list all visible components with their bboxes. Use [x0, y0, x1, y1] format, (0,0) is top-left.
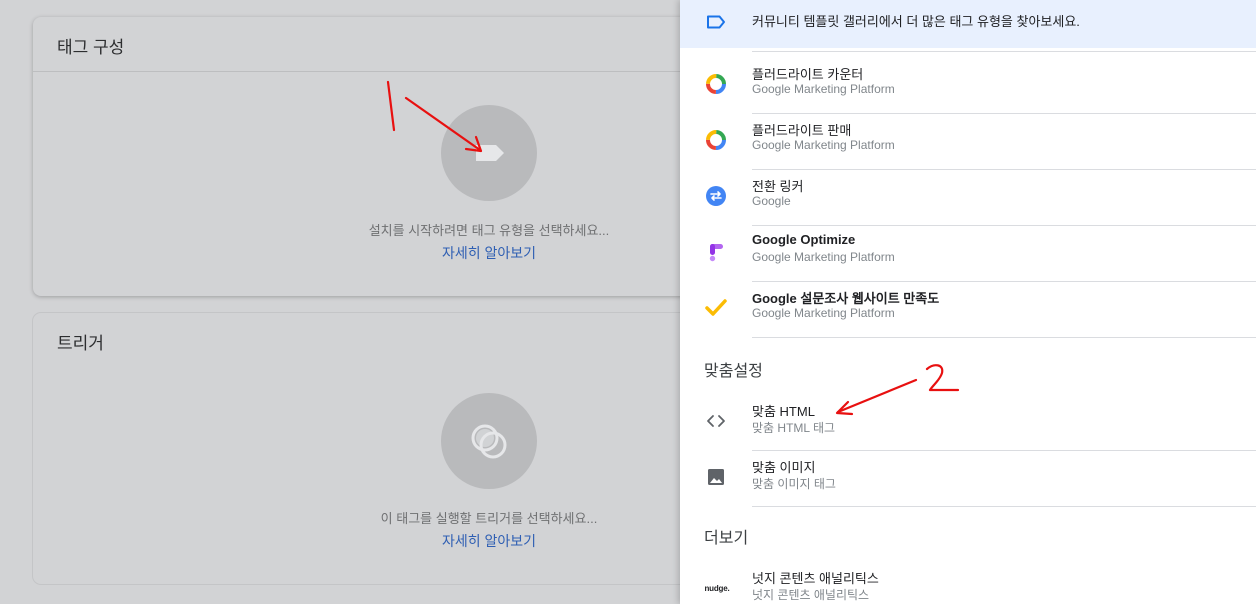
- image-icon: [704, 465, 728, 489]
- triggering-card[interactable]: 트리거 이 태그를 실행할 트리거를 선택하세요... 자세히 알아보기: [33, 313, 733, 584]
- community-gallery-banner[interactable]: 커뮤니티 템플릿 갤러리에서 더 많은 태그 유형을 찾아보세요.: [680, 0, 1256, 48]
- list-item-google-optimize[interactable]: Google Optimize Google Marketing Platfor…: [680, 226, 1256, 282]
- list-item-floodlight-sales[interactable]: 플러드라이트 판매 Google Marketing Platform: [680, 114, 1256, 170]
- item-provider: Google Marketing Platform: [752, 250, 895, 264]
- item-provider: Google Marketing Platform: [752, 306, 895, 320]
- list-item-floodlight-counter[interactable]: 플러드라이트 카운터 Google Marketing Platform: [680, 58, 1256, 114]
- item-name: 맞춤 HTML: [752, 404, 815, 419]
- community-gallery-text: 커뮤니티 템플릿 갤러리에서 더 많은 태그 유형을 찾아보세요.: [752, 14, 1080, 29]
- surveys-checkmark-icon: [704, 296, 728, 320]
- tag-icon: [476, 145, 504, 161]
- item-name-text: Google 설문조사 웹사이트 만족도: [752, 291, 940, 306]
- tag-type-placeholder[interactable]: [441, 105, 537, 201]
- item-name: 맞춤 이미지: [752, 460, 816, 475]
- divider: [752, 506, 1256, 507]
- item-description: 맞춤 이미지 태그: [752, 477, 836, 491]
- section-title-custom: 맞춤설정: [704, 363, 763, 380]
- item-name: Google 설문조사 웹사이트 만족도: [752, 288, 939, 307]
- floodlight-icon: [704, 128, 728, 152]
- list-item-google-surveys[interactable]: Google 설문조사 웹사이트 만족도 Google Marketing Pl…: [680, 282, 1256, 338]
- code-brackets-icon: [704, 409, 728, 433]
- list-item-custom-image[interactable]: 맞춤 이미지 맞춤 이미지 태그: [680, 451, 1256, 507]
- list-item-nudge-content-analytics[interactable]: nudge. 넛지 콘텐츠 애널리틱스 넛지 콘텐츠 애널리틱스: [680, 562, 1256, 604]
- nudge-logo-text: nudge.: [704, 583, 730, 593]
- card-divider: [33, 71, 733, 72]
- nudge-logo-icon: nudge.: [702, 576, 732, 600]
- item-provider: 넛지 콘텐츠 애널리틱스: [752, 588, 870, 602]
- item-description: 맞춤 HTML 태그: [752, 421, 836, 435]
- section-title-more: 더보기: [704, 530, 749, 547]
- item-name: 플러드라이트 판매: [752, 123, 852, 138]
- list-item-conversion-linker[interactable]: 전환 링커 Google: [680, 170, 1256, 226]
- tag-type-picker-panel[interactable]: 커뮤니티 템플릿 갤러리에서 더 많은 태그 유형을 찾아보세요. 플러드라이트…: [680, 0, 1256, 604]
- tag-configuration-card[interactable]: 태그 구성 설치를 시작하려면 태그 유형을 선택하세요... 자세히 알아보기: [33, 17, 733, 296]
- list-item-custom-html[interactable]: 맞춤 HTML 맞춤 HTML 태그: [680, 395, 1256, 451]
- divider: [752, 51, 1256, 52]
- optimize-icon: [704, 240, 728, 264]
- triggering-title: 트리거: [57, 334, 104, 353]
- divider: [752, 337, 1256, 338]
- item-name: 전환 링커: [752, 179, 804, 194]
- trigger-icon: [471, 424, 507, 459]
- conversion-linker-icon: [704, 184, 728, 208]
- trigger-placeholder[interactable]: [441, 393, 537, 489]
- tag-configuration-title: 태그 구성: [57, 38, 125, 57]
- item-name: 넛지 콘텐츠 애널리틱스: [752, 571, 879, 586]
- item-provider: Google Marketing Platform: [752, 138, 895, 152]
- tag-outline-icon: [707, 15, 725, 29]
- item-provider: Google Marketing Platform: [752, 82, 895, 96]
- item-name: 플러드라이트 카운터: [752, 67, 864, 82]
- tag-editor-workspace: 태그 구성 설치를 시작하려면 태그 유형을 선택하세요... 자세히 알아보기…: [0, 0, 733, 604]
- item-name: Google Optimize: [752, 232, 856, 247]
- item-provider: Google: [752, 194, 791, 208]
- floodlight-icon: [704, 72, 728, 96]
